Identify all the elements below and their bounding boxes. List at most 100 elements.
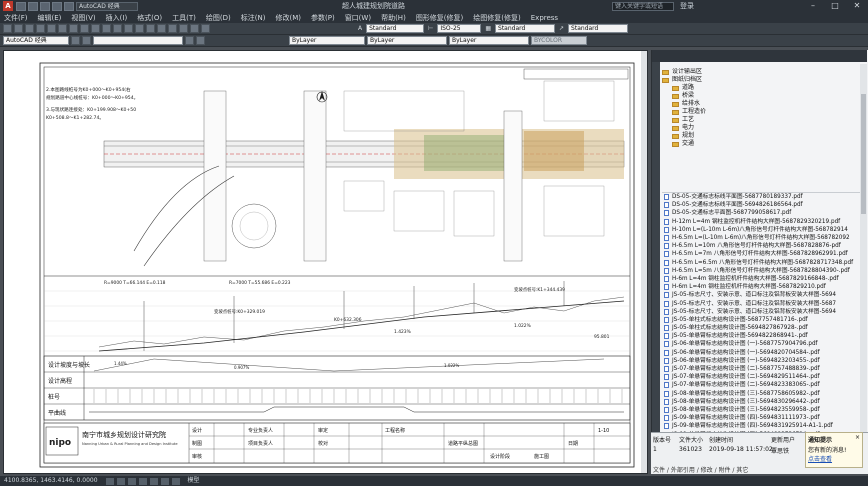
zoom-window-icon[interactable] — [146, 24, 155, 33]
drawing-canvas[interactable]: 2.本图路线桩号为K0+000～K0+954(右 3.与现状路连接处：K0+19… — [3, 50, 648, 474]
file-item[interactable]: H-6m L=4m 钢柱监控机杆件结构大样图-5687829210.pdf — [662, 283, 867, 291]
menu-item[interactable]: 编辑(E) — [38, 13, 62, 23]
folder-item[interactable]: 电力 — [662, 124, 867, 132]
autocad-logo-icon[interactable]: A — [3, 1, 13, 11]
pan-icon[interactable] — [124, 24, 133, 33]
grid-icon[interactable] — [116, 477, 125, 485]
save-icon[interactable] — [40, 1, 50, 11]
plot-style-dropdown[interactable]: BYCOLOR — [531, 36, 587, 45]
file-item[interactable]: H-6.5m L=7m 八角形信号灯杆件结构大样图-5687828962991.… — [662, 250, 867, 258]
menu-item[interactable]: 文件(F) — [4, 13, 28, 23]
lineweight-icon[interactable] — [171, 477, 180, 485]
help-icon[interactable] — [201, 24, 210, 33]
dim-style-dropdown[interactable]: ISO-25 — [437, 24, 482, 33]
zoom-previous-icon[interactable] — [157, 24, 166, 33]
open-icon[interactable] — [14, 24, 23, 33]
menu-item[interactable]: 帮助(H) — [381, 13, 406, 23]
menu-item[interactable]: 视图(V) — [71, 13, 95, 23]
menu-item[interactable]: 绘图修复(修复) — [473, 13, 520, 23]
layer-previous-icon[interactable] — [196, 36, 205, 45]
properties-icon[interactable] — [168, 24, 177, 33]
ortho-icon[interactable] — [127, 477, 136, 485]
file-item[interactable]: JS-05-单柱式标志结构设计图-5694827867928-.pdf — [662, 324, 867, 332]
workspace-title-dropdown[interactable]: AutoCAD 经典 — [76, 1, 138, 11]
file-item[interactable]: JS-08-单悬臂标志结构设计图 (三)-5687758605982-.pdf — [662, 390, 867, 398]
file-item[interactable]: JS-06-单悬臂标志结构设计图 (一)-5694820704584-.pdf — [662, 349, 867, 357]
folder-item[interactable]: 桥梁 — [662, 92, 867, 100]
file-item[interactable]: H-6.5m L=6.5m 八角形信号灯杆件结构大样图-568782871734… — [662, 259, 867, 267]
folder-item[interactable]: 工程造价 — [662, 108, 867, 116]
file-item[interactable]: JS-09-单悬臂标志结构设计图 (四)-5694831111973-.pdf — [662, 414, 867, 422]
undo-icon[interactable] — [102, 24, 111, 33]
print-icon[interactable] — [36, 24, 45, 33]
make-current-layer-icon[interactable] — [185, 36, 194, 45]
redo-icon[interactable] — [64, 1, 74, 11]
menu-item[interactable]: Express — [531, 14, 558, 22]
file-item[interactable]: JS-07-单悬臂标志结构设计图 (二)-5687757488839-.pdf — [662, 365, 867, 373]
file-item[interactable]: H-10m L=(L-10m L-6m)八角形信号灯杆件结构大样图-568782… — [662, 226, 867, 234]
canvas-scrollbar[interactable] — [641, 51, 647, 473]
menu-item[interactable]: 工具(T) — [172, 13, 196, 23]
folder-item[interactable]: 图纸归档区 — [662, 76, 867, 84]
menu-item[interactable]: 绘图(D) — [206, 13, 231, 23]
folder-item[interactable]: 道路 — [662, 84, 867, 92]
redo-icon[interactable] — [113, 24, 122, 33]
folder-item[interactable]: 交通 — [662, 140, 867, 148]
file-item[interactable]: JS-09-单悬臂标志结构设计图 (四)-5694831925914-A1-1.… — [662, 422, 867, 430]
menu-item[interactable]: 图形修复(修复) — [416, 13, 463, 23]
file-item[interactable]: JS-06-单悬臂标志结构设计图 (一)-5694823203455-.pdf — [662, 357, 867, 365]
new-icon[interactable] — [3, 24, 12, 33]
snap-icon[interactable] — [105, 477, 114, 485]
file-item[interactable]: JS-05-单悬臂标志结构设计图-5694822868941-.pdf — [662, 332, 867, 340]
file-item[interactable]: H-6.5m L=10m 八角形信号灯杆件结构大样图-5687828876-pd… — [662, 242, 867, 250]
new-file-icon[interactable] — [16, 1, 26, 11]
menu-item[interactable]: 标注(N) — [241, 13, 266, 23]
zoom-icon[interactable] — [135, 24, 144, 33]
cut-icon[interactable] — [58, 24, 67, 33]
notification-link[interactable]: 点击查看 — [808, 454, 860, 463]
menu-item[interactable]: 插入(I) — [106, 13, 128, 23]
model-tab[interactable]: 模型 — [188, 476, 200, 486]
folder-item[interactable]: 工艺 — [662, 116, 867, 124]
layer-dropdown[interactable] — [93, 36, 183, 45]
close-icon[interactable]: ✕ — [846, 0, 868, 12]
palette-scrollbar[interactable] — [860, 64, 867, 468]
layer-properties-icon[interactable] — [82, 36, 91, 45]
file-item[interactable]: JS-08-单悬臂标志结构设计图 (三)-5694830296442-.pdf — [662, 398, 867, 406]
table-style-dropdown[interactable]: Standard — [495, 24, 556, 33]
text-style-dropdown[interactable]: Standard — [366, 24, 425, 33]
linetype-control-dropdown[interactable]: ByLayer — [367, 36, 447, 45]
design-center-icon[interactable] — [179, 24, 188, 33]
detail-tabs[interactable]: 文件 / 外部引用 / 修改 / 附件 / 其它 — [651, 465, 748, 474]
file-item[interactable]: JS-06-单悬臂标志结构设计图 (一)-5687757904796.pdf — [662, 340, 867, 348]
match-properties-icon[interactable] — [91, 24, 100, 33]
polar-icon[interactable] — [138, 477, 147, 485]
file-item[interactable]: H-6.5m L=5m 八角形信号灯杆件结构大样图-5687828804390-… — [662, 267, 867, 275]
notification-popup[interactable]: 通知提示 您有新的消息! 点击查看 × — [805, 432, 863, 468]
file-item[interactable]: JS-05-单柱式标志结构设计图-5687757481716-.pdf — [662, 316, 867, 324]
minimize-icon[interactable]: – — [802, 0, 824, 12]
file-item[interactable]: H-6m L=4m 钢柱监控机杆件结构大样图-5687829166848-.pd… — [662, 275, 867, 283]
search-input[interactable]: 键入关键字或短语 — [612, 1, 674, 11]
file-item[interactable]: JS-07-单悬臂标志结构设计图 (二)-5694829511464-.pdf — [662, 373, 867, 381]
file-item[interactable]: H-12m L=4m 钢柱监控机杆件结构大样图-5687829320219.pd… — [662, 218, 867, 226]
color-control-dropdown[interactable]: ByLayer — [289, 36, 365, 45]
file-item[interactable]: JS-07-单悬臂标志结构设计图 (二)-5694823383065-.pdf — [662, 381, 867, 389]
menu-item[interactable]: 格式(O) — [137, 13, 162, 23]
menu-item[interactable]: 修改(M) — [275, 13, 301, 23]
login-link[interactable]: 登录 — [680, 1, 694, 11]
folder-item[interactable]: 规划 — [662, 132, 867, 140]
copy-icon[interactable] — [69, 24, 78, 33]
tool-palettes-icon[interactable] — [190, 24, 199, 33]
notification-close-icon[interactable]: × — [855, 434, 860, 441]
otrack-icon[interactable] — [160, 477, 169, 485]
workspace-dropdown[interactable]: AutoCAD 经典 — [3, 36, 69, 45]
file-item[interactable]: DS-05-交通标志平面图-5687799058617.pdf — [662, 209, 867, 217]
file-item[interactable]: DS-05-交通标志标线平面图-5687780189337.pdf — [662, 193, 867, 201]
palette-titlebar-strip[interactable] — [652, 62, 660, 474]
save-icon[interactable] — [25, 24, 34, 33]
file-item[interactable]: JS-08-单悬臂标志结构设计图 (三)-5694823559958-.pdf — [662, 406, 867, 414]
palette-scroll-thumb[interactable] — [861, 94, 866, 214]
folder-item[interactable]: 设计输出区 — [662, 68, 867, 76]
menu-item[interactable]: 窗口(W) — [345, 13, 371, 23]
